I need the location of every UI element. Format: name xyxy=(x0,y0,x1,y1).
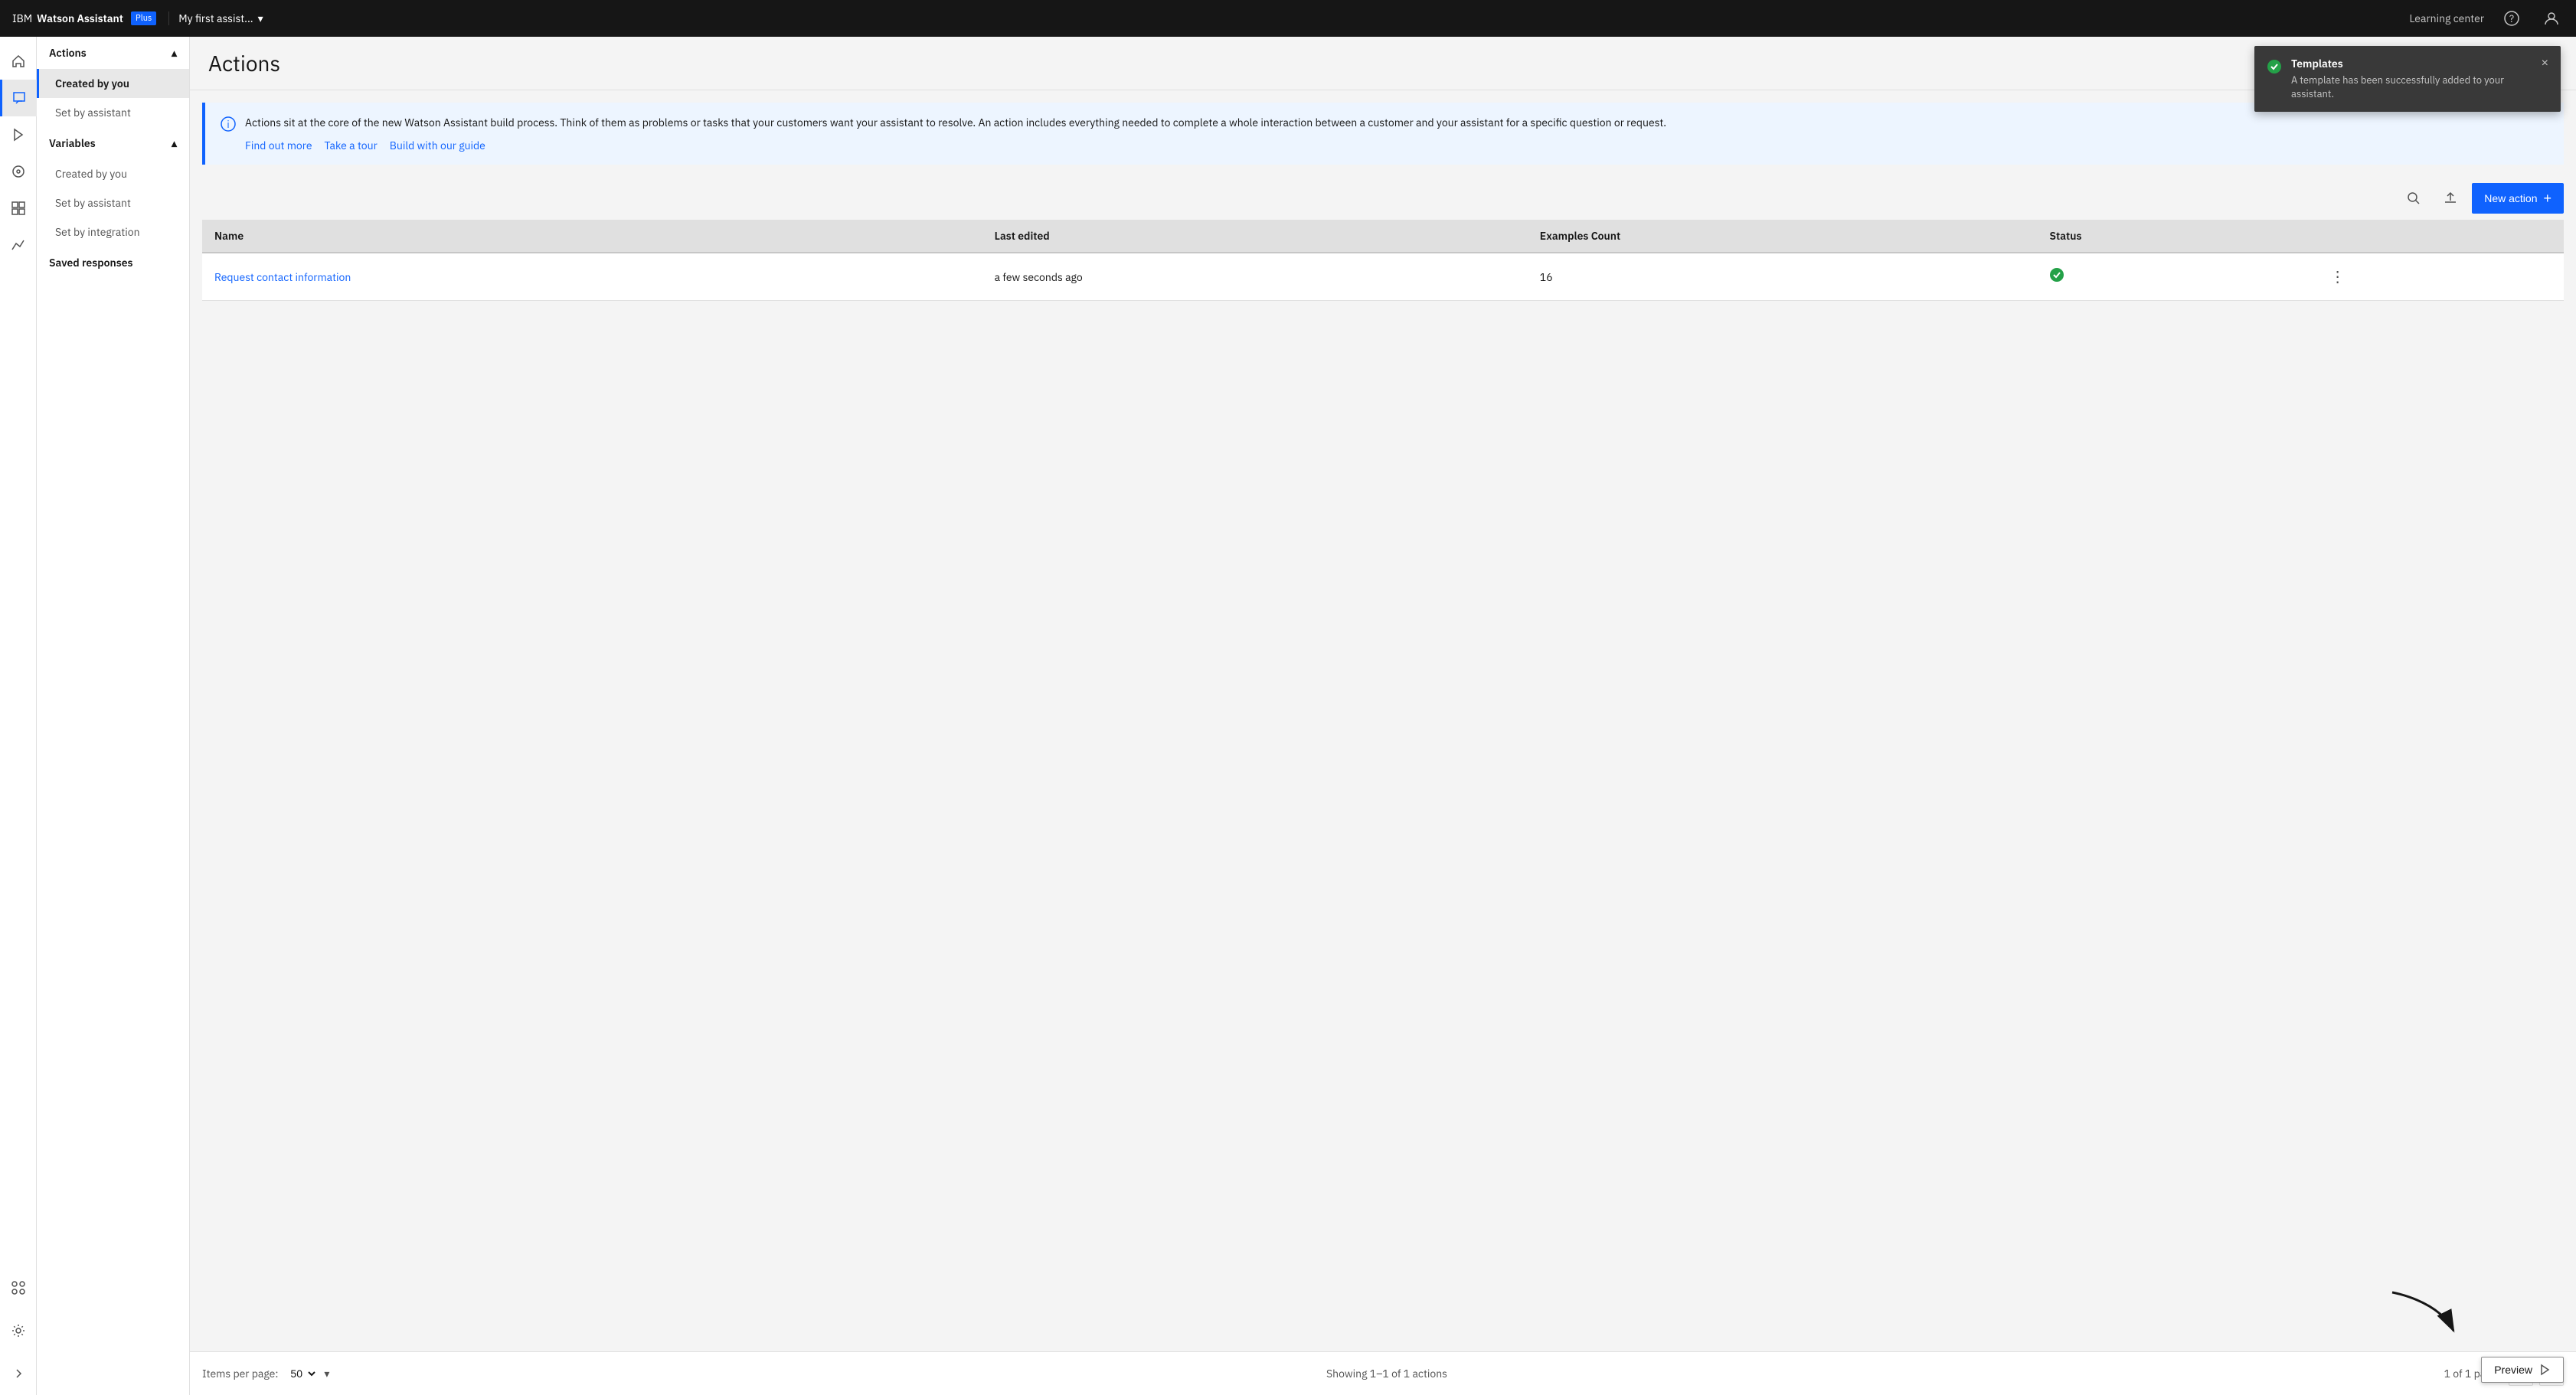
new-action-button[interactable]: New action + xyxy=(2472,183,2564,214)
search-button[interactable] xyxy=(2398,183,2429,214)
top-nav: IBM Watson Assistant Plus My first assis… xyxy=(0,0,2576,37)
preview-button[interactable]: Preview xyxy=(2481,1357,2564,1383)
info-banner-body: Actions sit at the core of the new Watso… xyxy=(245,115,1666,152)
brand-watson: Watson Assistant xyxy=(37,11,123,25)
table-area: New action + Name Last edited Examples C… xyxy=(190,177,2576,1351)
variables-section-label: Variables xyxy=(49,136,96,150)
icon-sidebar xyxy=(0,37,37,1395)
upload-icon-button[interactable] xyxy=(2435,183,2466,214)
actions-section-label: Actions xyxy=(49,46,87,60)
toast-notification: Templates A template has been successful… xyxy=(2254,46,2561,112)
user-profile-icon[interactable] xyxy=(2539,6,2564,31)
table-footer: Items per page: 50 25 10 Showing 1–1 of … xyxy=(190,1351,2576,1395)
sidebar-integrations[interactable] xyxy=(0,1269,37,1306)
brand-plus-badge: Plus xyxy=(131,11,156,25)
sidebar-home[interactable] xyxy=(0,43,37,80)
help-icon[interactable]: ? xyxy=(2499,6,2524,31)
action-name-link[interactable]: Request contact information xyxy=(214,270,351,284)
learning-center-link[interactable]: Learning center xyxy=(2409,11,2484,25)
items-per-page-select[interactable]: 50 25 10 xyxy=(284,1365,318,1382)
sidebar-analytics[interactable] xyxy=(0,227,37,263)
sidebar-publish[interactable] xyxy=(0,116,37,153)
info-banner: i Actions sit at the core of the new Wat… xyxy=(202,103,2564,165)
preview-play-icon xyxy=(2538,1364,2551,1376)
col-examples-count: Examples Count xyxy=(1528,220,2038,253)
assistant-name: My first assist... xyxy=(178,11,253,25)
page-title: Actions xyxy=(208,49,280,77)
col-name: Name xyxy=(202,220,982,253)
main-header: Actions System is training... xyxy=(190,37,2576,90)
sidebar-item-var-set-by-assistant[interactable]: Set by assistant xyxy=(37,188,189,217)
variables-section-header[interactable]: Variables xyxy=(37,127,189,159)
actions-table: Name Last edited Examples Count Status R… xyxy=(202,220,2564,301)
assistant-dropdown-icon xyxy=(258,11,263,25)
col-status: Status xyxy=(2037,220,2311,253)
find-out-more-link[interactable]: Find out more xyxy=(245,139,312,152)
table-toolbar: New action + xyxy=(202,177,2564,220)
toast-message: A template has been successfully added t… xyxy=(2291,74,2526,101)
table-body: Request contact information a few second… xyxy=(202,253,2564,301)
info-banner-text: Actions sit at the core of the new Watso… xyxy=(245,115,1666,131)
build-with-guide-link[interactable]: Build with our guide xyxy=(390,139,485,152)
actions-collapse-icon xyxy=(172,46,177,60)
sidebar-item-var-set-by-integration[interactable]: Set by integration xyxy=(37,217,189,247)
row-last-edited-cell: a few seconds ago xyxy=(982,253,1528,301)
info-banner-links: Find out more Take a tour Build with our… xyxy=(245,139,1666,152)
table-row: Request contact information a few second… xyxy=(202,253,2564,301)
items-per-page-chevron xyxy=(324,1367,329,1380)
row-menu-cell: ⋮ xyxy=(2312,253,2564,301)
brand-ibm: IBM xyxy=(12,11,32,25)
toast-title: Templates xyxy=(2291,57,2526,70)
new-action-plus-icon: + xyxy=(2543,191,2551,207)
top-nav-right: Learning center ? xyxy=(2409,6,2564,31)
toast-content: Templates A template has been successful… xyxy=(2291,57,2526,101)
variables-section: Variables Created by you Set by assistan… xyxy=(37,127,189,247)
svg-text:i: i xyxy=(227,118,229,131)
sidebar-item-set-by-assistant[interactable]: Set by assistant xyxy=(37,98,189,127)
col-last-edited: Last edited xyxy=(982,220,1528,253)
saved-responses-header[interactable]: Saved responses xyxy=(37,247,189,279)
variables-collapse-icon xyxy=(172,136,177,150)
assistant-selector[interactable]: My first assist... xyxy=(178,11,263,25)
info-icon: i xyxy=(221,116,236,136)
take-a-tour-link[interactable]: Take a tour xyxy=(325,139,378,152)
col-actions-menu xyxy=(2312,220,2564,253)
toast-success-icon xyxy=(2267,58,2282,79)
preview-label: Preview xyxy=(2494,1364,2532,1376)
actions-section-header[interactable]: Actions xyxy=(37,37,189,69)
sidebar-settings[interactable] xyxy=(0,1312,37,1349)
sidebar-chat[interactable] xyxy=(0,80,37,116)
sidebar-item-created-by-you[interactable]: Created by you xyxy=(37,69,189,98)
actions-section: Actions Created by you Set by assistant xyxy=(37,37,189,127)
saved-responses-label: Saved responses xyxy=(49,256,133,270)
svg-text:?: ? xyxy=(2509,12,2514,25)
table-header: Name Last edited Examples Count Status xyxy=(202,220,2564,253)
brand: IBM Watson Assistant Plus xyxy=(12,11,169,25)
toast-close-button[interactable]: × xyxy=(2542,57,2548,70)
saved-responses-section: Saved responses xyxy=(37,247,189,279)
row-examples-count-cell: 16 xyxy=(1528,253,2038,301)
status-active-icon xyxy=(2049,269,2064,286)
sidebar-analyze[interactable] xyxy=(0,153,37,190)
main-content: Actions System is training... i Actions … xyxy=(190,37,2576,1395)
items-per-page-label: Items per page: xyxy=(202,1367,278,1380)
items-per-page: Items per page: 50 25 10 xyxy=(202,1365,329,1382)
new-action-label: New action xyxy=(2484,192,2537,204)
left-nav: Actions Created by you Set by assistant … xyxy=(37,37,190,1395)
row-status-cell xyxy=(2037,253,2311,301)
row-overflow-menu-button[interactable]: ⋮ xyxy=(2324,264,2352,289)
sidebar-item-var-created-by-you[interactable]: Created by you xyxy=(37,159,189,188)
row-name-cell: Request contact information xyxy=(202,253,982,301)
showing-label: Showing 1–1 of 1 actions xyxy=(1326,1367,1447,1380)
sidebar-entities[interactable] xyxy=(0,190,37,227)
sidebar-expand[interactable] xyxy=(0,1355,37,1392)
